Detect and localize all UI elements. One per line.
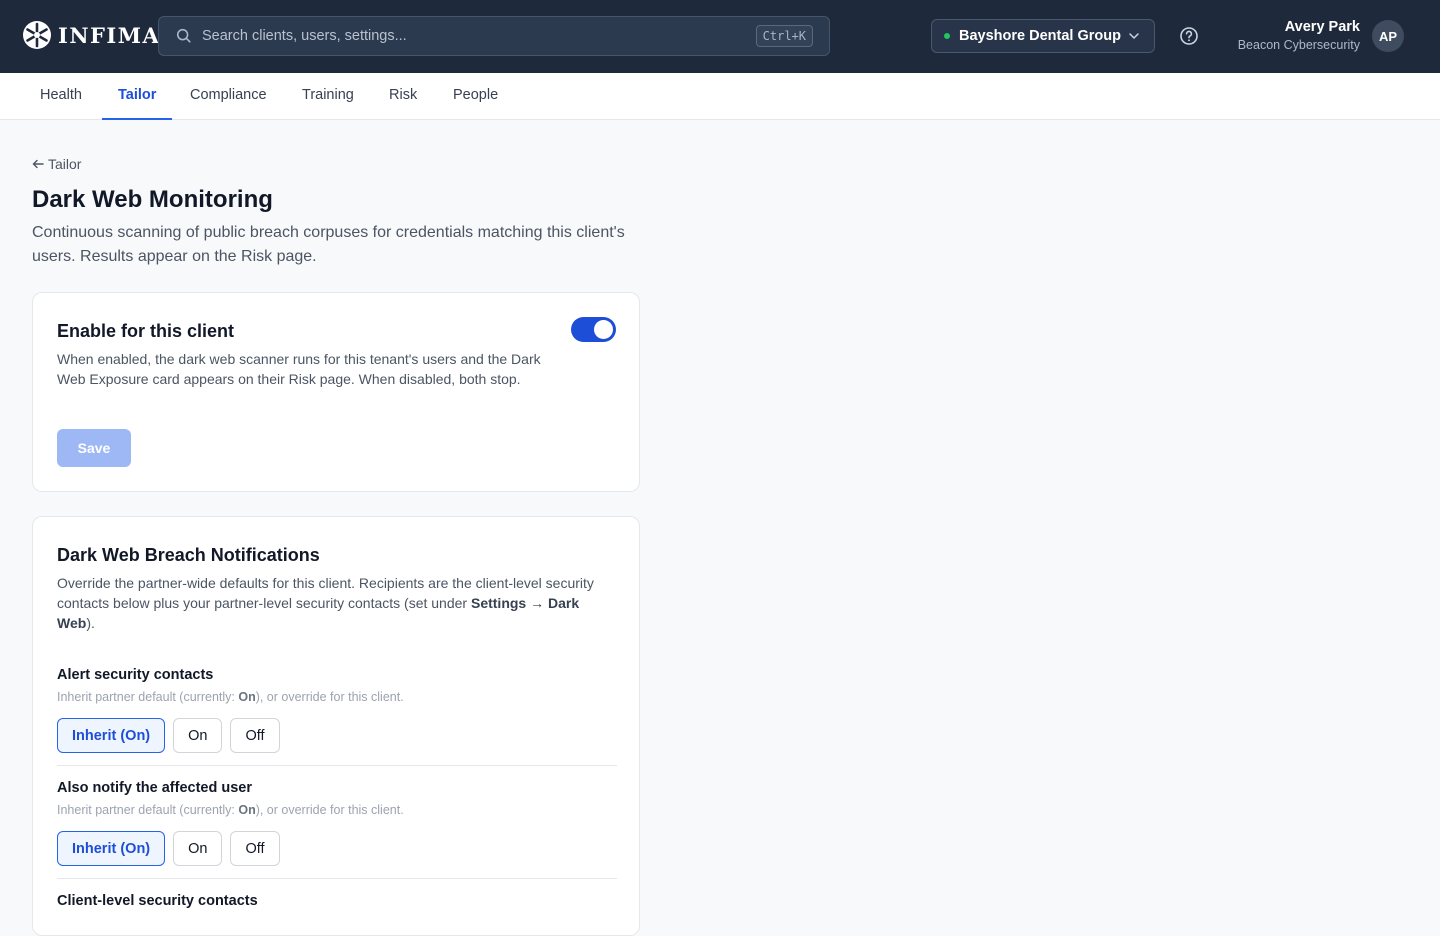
user-name: Avery Park	[1284, 19, 1360, 35]
divider	[57, 878, 617, 879]
back-link-label: Tailor	[48, 156, 82, 172]
notify-user-hint: Inherit partner default (currently: On),…	[57, 803, 404, 817]
user-menu[interactable]: Avery Park Beacon Cybersecurity	[1238, 19, 1360, 52]
enable-card-description: When enabled, the dark web scanner runs …	[57, 351, 541, 387]
brand-name: INFIMA	[58, 22, 161, 48]
notifications-card-title: Dark Web Breach Notifications	[57, 545, 320, 565]
client-name: Bayshore Dental Group	[959, 28, 1121, 44]
enable-toggle[interactable]	[571, 317, 616, 342]
notify-user-label: Also notify the affected user	[57, 780, 252, 796]
page-description: Continuous scanning of public breach cor…	[32, 224, 625, 265]
snowflake-logo-icon	[23, 21, 51, 49]
enable-card: Enable for this client When enabled, the…	[32, 292, 640, 492]
notifications-card: Dark Web Breach Notifications Override t…	[32, 516, 640, 936]
tab-health[interactable]: Health	[24, 73, 98, 120]
alert-contacts-options: Inherit (On) On Off	[57, 718, 280, 753]
client-contacts-label: Client-level security contacts	[57, 893, 258, 909]
notify-user-on-option[interactable]: On	[173, 831, 223, 866]
brand-logo[interactable]: INFIMA	[22, 20, 160, 50]
client-status-dot	[944, 33, 950, 39]
settings-link: Settings	[470, 595, 527, 611]
page-title: Dark Web Monitoring	[32, 186, 273, 213]
client-switcher[interactable]: Bayshore Dental Group	[931, 19, 1155, 53]
avatar[interactable]: AP	[1372, 20, 1404, 52]
back-link[interactable]: Tailor	[32, 156, 81, 172]
main-tabs: Health Tailor Compliance Training Risk P…	[0, 73, 1440, 120]
save-button[interactable]: Save	[57, 429, 131, 467]
tab-compliance[interactable]: Compliance	[174, 73, 283, 120]
search-shortcut-hint: Ctrl+K	[755, 25, 813, 47]
alert-contacts-off-option[interactable]: Off	[230, 718, 280, 753]
tab-tailor[interactable]: Tailor	[102, 73, 173, 120]
divider	[57, 765, 617, 766]
search-input[interactable]	[202, 28, 756, 44]
notify-user-inherit-option[interactable]: Inherit (On)	[57, 831, 166, 866]
arrow-left-icon	[32, 159, 44, 169]
top-bar: INFIMA Ctrl+K Bayshore Dental Group Aver…	[0, 0, 1440, 73]
alert-contacts-inherit-option[interactable]: Inherit (On)	[57, 718, 166, 753]
alert-contacts-on-option[interactable]: On	[173, 718, 223, 753]
notifications-card-description: Override the partner-wide defaults for t…	[57, 575, 594, 631]
chevron-down-icon	[1129, 33, 1139, 39]
user-org: Beacon Cybersecurity	[1237, 38, 1360, 52]
notify-user-off-option[interactable]: Off	[230, 831, 280, 866]
tab-training[interactable]: Training	[286, 73, 370, 120]
tab-people[interactable]: People	[437, 73, 514, 120]
toggle-knob	[594, 320, 613, 339]
global-search[interactable]: Ctrl+K	[158, 16, 830, 56]
alert-contacts-label: Alert security contacts	[57, 667, 214, 683]
alert-contacts-hint: Inherit partner default (currently: On),…	[57, 690, 404, 704]
help-icon[interactable]	[1179, 26, 1199, 46]
tab-risk[interactable]: Risk	[373, 73, 433, 120]
notify-user-options: Inherit (On) On Off	[57, 831, 280, 866]
enable-card-title: Enable for this client	[57, 321, 235, 341]
search-icon	[176, 28, 191, 43]
